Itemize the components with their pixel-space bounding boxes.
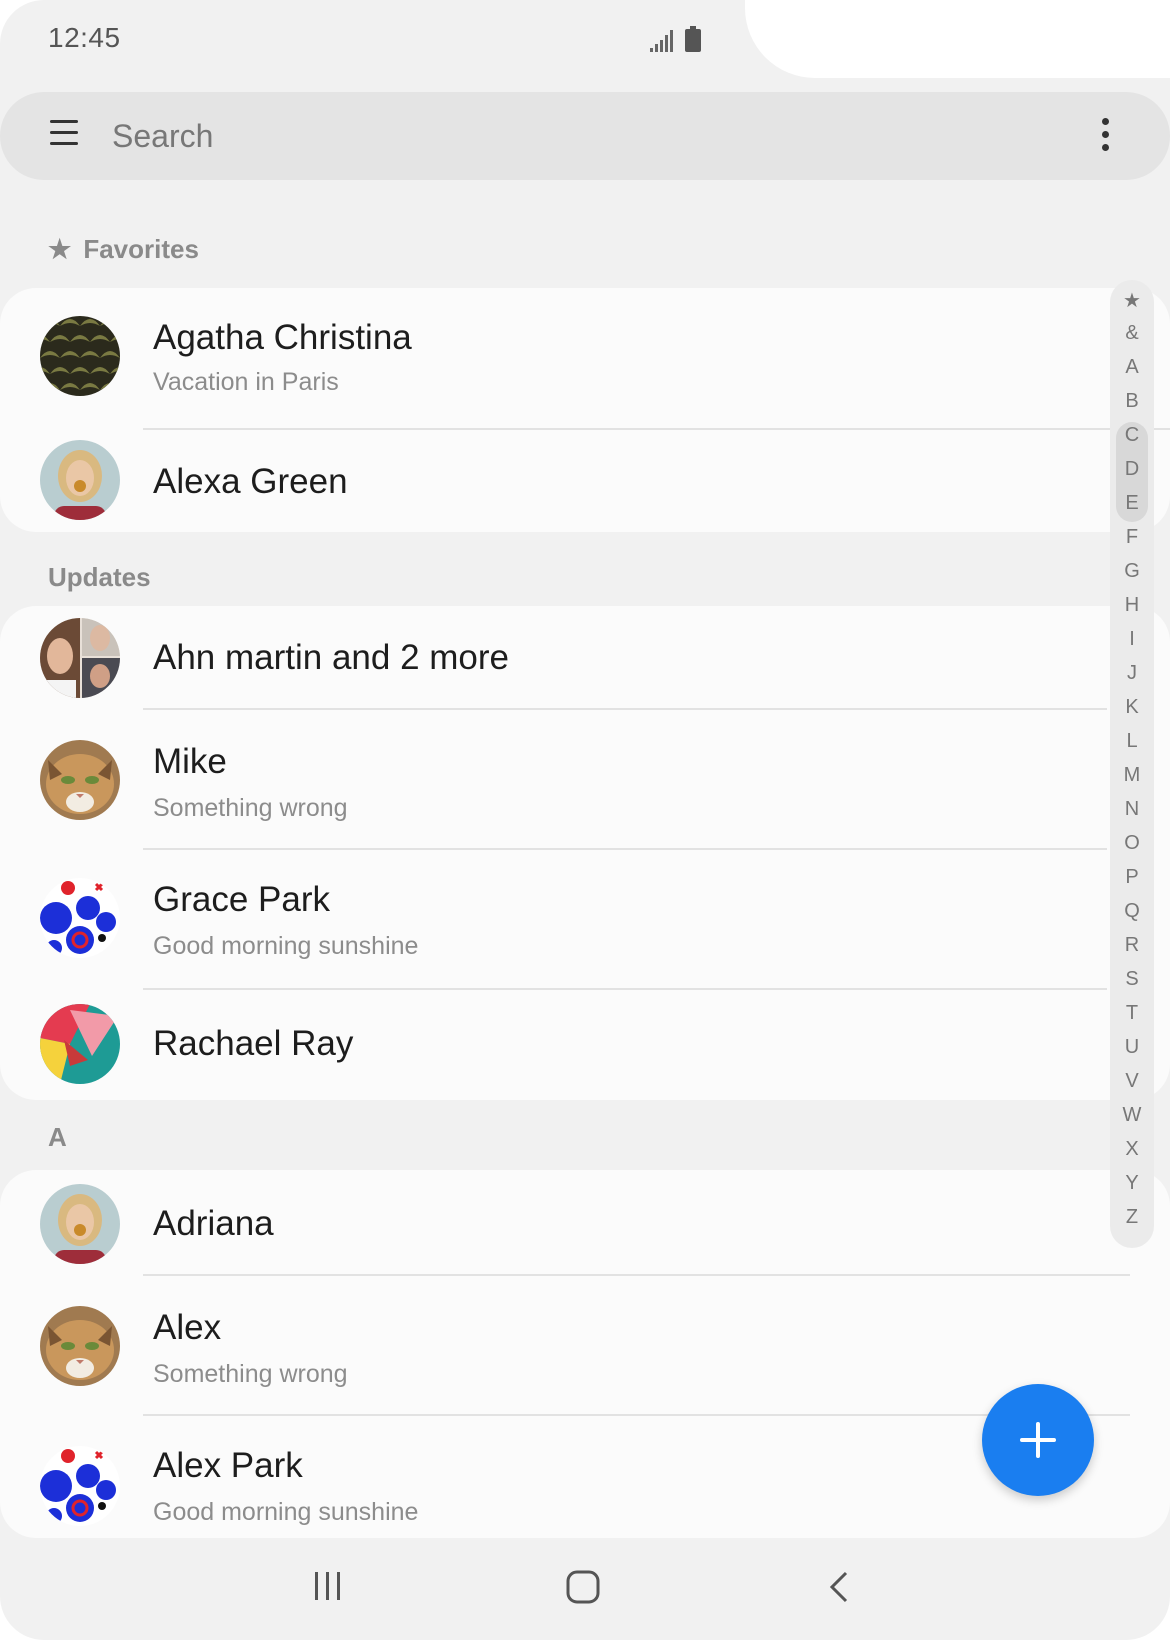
contact-row[interactable]: Adriana [0, 1170, 1170, 1276]
blue-dots-pattern-icon [40, 1446, 120, 1526]
contact-row[interactable]: Rachael Ray [0, 990, 1170, 1100]
contact-row[interactable]: Alexa Green [0, 430, 1170, 532]
avatar [40, 1446, 120, 1526]
recent-apps-icon[interactable] [312, 1570, 344, 1602]
index-letter[interactable]: C [1110, 424, 1154, 447]
phone-screen: 12:45 ★ Favorites [0, 0, 1170, 1640]
avatar [40, 1004, 120, 1084]
alphabet-index[interactable]: ★ & A B C D E F G H I J K L M N O P Q R S T U V W X Y Z [1110, 280, 1154, 1248]
status-time: 12:45 [48, 22, 121, 53]
contact-status: Something wrong [153, 1360, 348, 1388]
contact-name: Ahn martin and 2 more [153, 638, 510, 677]
avatar [40, 618, 120, 698]
avatar [40, 1306, 120, 1386]
contact-name: Mike [153, 742, 227, 781]
group-photo-icon [40, 618, 120, 698]
index-letter[interactable]: X [1110, 1138, 1154, 1161]
avatar [40, 740, 120, 820]
contact-name: Grace Park [153, 880, 330, 919]
avatar [40, 1184, 120, 1264]
contact-name: Alexa Green [153, 462, 348, 501]
index-letter[interactable]: Y [1110, 1172, 1154, 1195]
camera-cutout [745, 0, 1170, 78]
index-letter[interactable]: T [1110, 1002, 1154, 1025]
search-input[interactable] [112, 112, 812, 160]
add-contact-button[interactable] [982, 1384, 1094, 1496]
contact-row[interactable]: Agatha Christina Vacation in Paris [0, 288, 1170, 430]
cat-photo-icon [40, 740, 120, 820]
signal-icon [650, 30, 673, 52]
navigation-bar [0, 1540, 1170, 1640]
avatar [40, 440, 120, 520]
contact-name: Rachael Ray [153, 1024, 354, 1063]
index-letter[interactable]: J [1110, 662, 1154, 685]
index-letter[interactable]: ★ [1110, 288, 1154, 313]
contact-status: Good morning sunshine [153, 1498, 419, 1526]
index-letter[interactable]: A [1110, 356, 1154, 379]
index-letter[interactable]: & [1110, 322, 1154, 345]
section-header-favorites: ★ Favorites [48, 234, 199, 265]
section-header-updates: Updates [48, 562, 151, 592]
index-letter[interactable]: G [1110, 560, 1154, 583]
index-letter[interactable]: L [1110, 730, 1154, 753]
cat-photo-icon [40, 1306, 120, 1386]
index-letter[interactable]: M [1110, 764, 1154, 787]
index-letter[interactable]: P [1110, 866, 1154, 889]
contact-name: Agatha Christina [153, 318, 412, 357]
index-letter[interactable]: U [1110, 1036, 1154, 1059]
contact-status: Something wrong [153, 794, 348, 822]
blue-dots-pattern-icon [40, 878, 120, 958]
index-letter[interactable]: E [1110, 492, 1154, 515]
index-letter[interactable]: K [1110, 696, 1154, 719]
woman-photo-icon [40, 440, 120, 520]
contact-status: Vacation in Paris [153, 368, 339, 396]
battery-icon [685, 26, 701, 52]
contact-status: Good morning sunshine [153, 932, 419, 960]
more-options-icon[interactable] [1094, 118, 1116, 156]
back-icon[interactable] [826, 1570, 850, 1604]
contact-name: Alex Park [153, 1446, 303, 1485]
section-header-a: A [48, 1122, 67, 1152]
menu-icon[interactable] [50, 120, 78, 150]
index-letter[interactable]: Z [1110, 1206, 1154, 1229]
index-letter[interactable]: W [1110, 1104, 1154, 1127]
index-letter[interactable]: O [1110, 832, 1154, 855]
contact-row[interactable]: Mike Something wrong [0, 710, 1170, 850]
scales-pattern-icon [40, 316, 120, 396]
star-icon: ★ [48, 234, 72, 264]
avatar [40, 878, 120, 958]
index-letter[interactable]: R [1110, 934, 1154, 957]
status-bar: 12:45 [0, 0, 745, 80]
contact-name: Alex [153, 1308, 222, 1347]
contact-row[interactable]: Grace Park Good morning sunshine [0, 850, 1170, 990]
contact-name: Adriana [153, 1204, 274, 1243]
favorites-card: Agatha Christina Vacation in Paris Alexa… [0, 288, 1170, 532]
index-letter[interactable]: S [1110, 968, 1154, 991]
contacts-a-card: Adriana Alex Something wrong Alex Park G… [0, 1170, 1170, 1538]
index-letter[interactable]: B [1110, 390, 1154, 413]
avatar [40, 316, 120, 396]
index-letter[interactable]: Q [1110, 900, 1154, 923]
section-label: Favorites [83, 234, 199, 264]
index-letter[interactable]: D [1110, 458, 1154, 481]
index-letter[interactable]: F [1110, 526, 1154, 549]
home-icon[interactable] [566, 1570, 600, 1604]
woman-photo-icon [40, 1184, 120, 1264]
index-letter[interactable]: H [1110, 594, 1154, 617]
geometric-pattern-icon [40, 1004, 120, 1084]
contact-row[interactable]: Alex Something wrong [0, 1276, 1170, 1416]
plus-icon-vertical [1036, 1422, 1040, 1458]
contact-row[interactable]: Ahn martin and 2 more [0, 606, 1170, 710]
index-letter[interactable]: V [1110, 1070, 1154, 1093]
index-letter[interactable]: N [1110, 798, 1154, 821]
search-bar [0, 92, 1170, 180]
updates-card: Ahn martin and 2 more Mike Something wro… [0, 606, 1170, 1100]
index-letter[interactable]: I [1110, 628, 1154, 651]
